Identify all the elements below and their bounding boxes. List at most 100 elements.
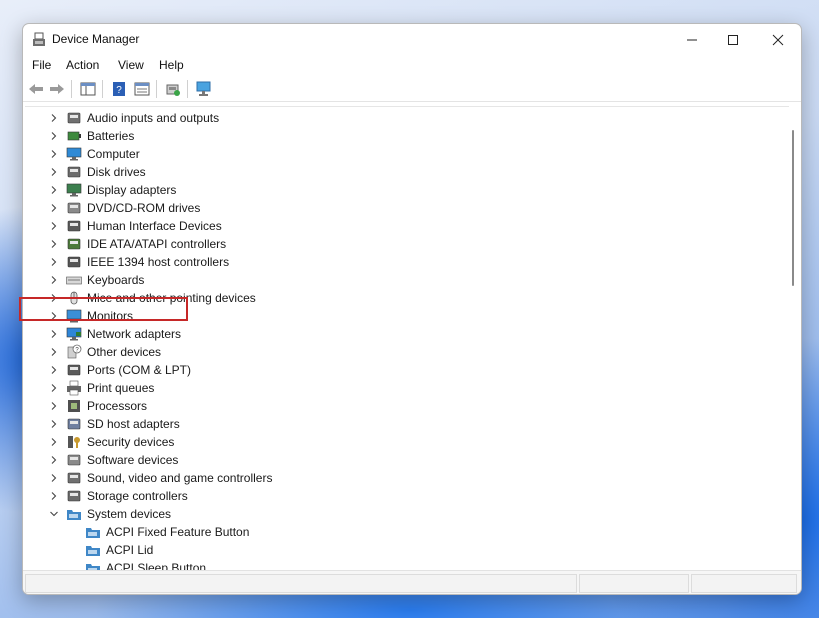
menu-help[interactable]: Help: [159, 58, 184, 72]
tree-category-row[interactable]: SD host adapters: [25, 415, 785, 433]
tree-category-row[interactable]: Display adapters: [25, 181, 785, 199]
chevron-right-icon[interactable]: [49, 347, 59, 357]
tree-category-row[interactable]: Computer: [25, 145, 785, 163]
show-hide-console-tree-icon: [80, 82, 96, 96]
chevron-right-icon[interactable]: [49, 491, 59, 501]
window-title: Device Manager: [52, 32, 140, 46]
maximize-icon: [728, 34, 738, 45]
chevron-right-icon[interactable]: [49, 437, 59, 447]
tree-category-row[interactable]: Sound, video and game controllers: [25, 469, 785, 487]
chevron-right-icon[interactable]: [49, 131, 59, 141]
tree-category-row[interactable]: Ports (COM & LPT): [25, 361, 785, 379]
chevron-down-icon[interactable]: [49, 509, 59, 519]
back-button[interactable]: [27, 80, 45, 98]
processor-icon: [68, 400, 80, 412]
tree-category-label: IEEE 1394 host controllers: [87, 255, 230, 269]
tree-category-row[interactable]: IEEE 1394 host controllers: [25, 253, 785, 271]
system-device-icon: [86, 528, 100, 538]
show-hide-console-tree-button[interactable]: [79, 80, 97, 98]
printer-icon: [67, 380, 81, 396]
status-pane: [579, 574, 689, 593]
update-driver-button[interactable]: [164, 80, 182, 98]
tree-category-row[interactable]: ? Other devices: [25, 343, 785, 361]
tree-category-row[interactable]: System devices: [25, 505, 785, 523]
chevron-right-icon[interactable]: [49, 275, 59, 285]
tree-category-row[interactable]: Network adapters: [25, 325, 785, 343]
device-tree[interactable]: Audio inputs and outputs Batteries Compute…: [25, 106, 789, 571]
chevron-right-icon[interactable]: [49, 365, 59, 375]
tree-category-label: Security devices: [87, 435, 175, 449]
chevron-right-icon[interactable]: [49, 113, 59, 123]
chevron-right-icon[interactable]: [49, 221, 59, 231]
tree-category-label: Audio inputs and outputs: [87, 111, 220, 125]
close-icon: [772, 34, 784, 45]
menu-bar: File Action View Help: [23, 55, 801, 77]
toolbar-separator: [102, 80, 103, 98]
display-adapter-icon: [66, 183, 82, 197]
forward-arrow-icon: [50, 84, 64, 94]
chevron-right-icon[interactable]: [49, 203, 59, 213]
tree-category-row[interactable]: Keyboards: [25, 271, 785, 289]
dvd-drive-icon: [67, 202, 81, 214]
system-device-icon: [86, 546, 100, 556]
chevron-right-icon[interactable]: [49, 329, 59, 339]
tree-category-label: System devices: [87, 507, 172, 521]
help-button[interactable]: ?: [110, 80, 128, 98]
title-bar[interactable]: Device Manager: [23, 24, 801, 55]
menu-action[interactable]: Action: [66, 58, 99, 72]
chevron-right-icon[interactable]: [49, 167, 59, 177]
hid-icon: [67, 220, 81, 232]
close-button[interactable]: [755, 24, 801, 55]
minimize-button[interactable]: [669, 24, 715, 55]
status-pane: [691, 574, 797, 593]
keyboard-icon: [66, 276, 82, 285]
tree-category-row[interactable]: Disk drives: [25, 163, 785, 181]
toolbar-separator: [71, 80, 72, 98]
chevron-right-icon[interactable]: [49, 239, 59, 249]
vertical-scrollbar[interactable]: [789, 106, 797, 570]
software-device-icon: [67, 454, 81, 466]
tree-category-row[interactable]: Batteries: [25, 127, 785, 145]
scrollbar-thumb[interactable]: [792, 130, 794, 286]
status-pane: [25, 574, 577, 593]
chevron-right-icon[interactable]: [49, 419, 59, 429]
properties-button[interactable]: [133, 80, 151, 98]
chevron-right-icon[interactable]: [49, 455, 59, 465]
sd-card-icon: [67, 418, 81, 430]
system-devices-icon: [67, 510, 81, 520]
tree-category-label: Software devices: [87, 453, 179, 467]
forward-button[interactable]: [48, 80, 66, 98]
tree-category-row[interactable]: Processors: [25, 397, 785, 415]
toolbar-separator: [156, 80, 157, 98]
tree-category-label: Keyboards: [87, 273, 145, 287]
chevron-right-icon[interactable]: [49, 185, 59, 195]
tree-category-label: Print queues: [87, 381, 155, 395]
speaker-icon: [67, 112, 81, 124]
tree-category-row[interactable]: IDE ATA/ATAPI controllers: [25, 235, 785, 253]
tree-category-row[interactable]: Human Interface Devices: [25, 217, 785, 235]
tree-category-row[interactable]: DVD/CD-ROM drives: [25, 199, 785, 217]
tree-category-label: Display adapters: [87, 183, 177, 197]
tree-category-row[interactable]: Print queues: [25, 379, 785, 397]
chevron-right-icon[interactable]: [49, 149, 59, 159]
tree-category-row[interactable]: Storage controllers: [25, 487, 785, 505]
minimize-icon: [687, 39, 697, 40]
chevron-right-icon[interactable]: [49, 473, 59, 483]
tree-device-row[interactable]: ACPI Lid: [25, 541, 785, 559]
tree-category-row[interactable]: Audio inputs and outputs: [25, 109, 785, 127]
chevron-right-icon[interactable]: [49, 257, 59, 267]
tree-category-label: DVD/CD-ROM drives: [87, 201, 201, 215]
tree-category-row[interactable]: Software devices: [25, 451, 785, 469]
tree-category-label: Storage controllers: [87, 489, 188, 503]
help-icon: ?: [113, 82, 125, 96]
tree-device-row[interactable]: ACPI Fixed Feature Button: [25, 523, 785, 541]
ide-controller-icon: [67, 238, 81, 250]
tree-category-row[interactable]: Security devices: [25, 433, 785, 451]
chevron-right-icon[interactable]: [49, 401, 59, 411]
security-icon: [68, 436, 80, 448]
menu-view[interactable]: View: [118, 58, 144, 72]
chevron-right-icon[interactable]: [49, 383, 59, 393]
menu-file[interactable]: File: [32, 58, 51, 72]
scan-hardware-button[interactable]: [195, 80, 213, 98]
maximize-button[interactable]: [710, 24, 756, 55]
